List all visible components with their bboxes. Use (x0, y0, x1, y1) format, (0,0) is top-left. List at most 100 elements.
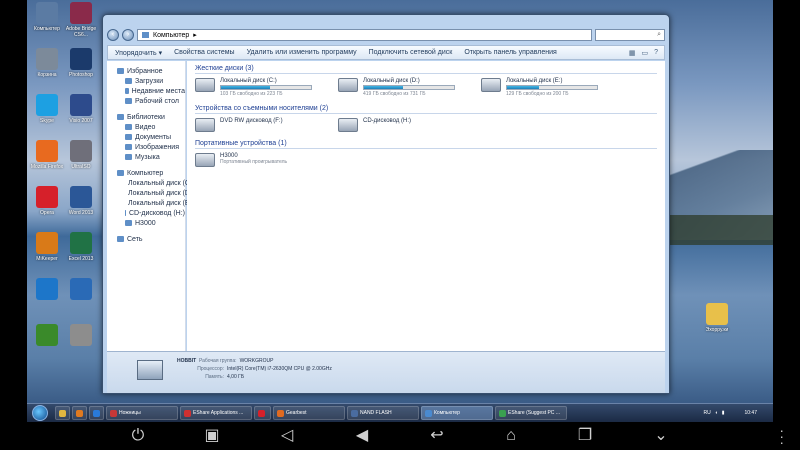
desktop-shortcut[interactable]: Adobe Bridge CS6... (63, 2, 99, 38)
nav-item[interactable]: Компьютер (107, 168, 185, 178)
task-button[interactable] (254, 406, 271, 420)
nav-item[interactable]: Избранное (107, 66, 185, 76)
desktop-shortcut-label: Mozilla Firefox (30, 164, 64, 170)
desktop-shortcut[interactable]: Opera (29, 186, 65, 216)
cpu-value: Intel(R) Core(TM) i7-2630QM CPU @ 2.00GH… (227, 366, 332, 372)
nav-item-label: Музыка (135, 153, 160, 161)
desktop-shortcut[interactable]: Компьютер (29, 2, 65, 32)
task-button[interactable]: EShare (Suggest PC ... (495, 406, 567, 420)
nav-item[interactable]: Локальный диск (C:) (107, 178, 194, 188)
drive-icon (338, 118, 358, 132)
pinned-apps (55, 406, 104, 420)
drive-icon (125, 98, 132, 104)
task-button[interactable]: EShare Applications ... (180, 406, 252, 420)
teamviewer-icon (70, 278, 92, 300)
volume-icon[interactable]: ◖ (715, 410, 718, 416)
nav-item[interactable]: Загрузки (107, 76, 185, 86)
nav-item[interactable]: Локальный диск (D:) (107, 188, 194, 198)
pinned-app[interactable] (72, 406, 87, 420)
desktop-shortcut[interactable]: Корзина (29, 48, 65, 78)
preview-pane-icon[interactable]: ▭ (641, 49, 648, 57)
nav-item[interactable]: Музыка (107, 152, 185, 162)
group-header[interactable]: Устройства со съемными носителями (2) (195, 105, 657, 114)
desktop-shortcut[interactable] (63, 278, 99, 302)
desktop-shortcut[interactable]: Word 2013 (63, 186, 99, 216)
nav-item[interactable]: CD-дисковод (H:) (107, 208, 185, 218)
desktop-shortcut-label: Компьютер (34, 26, 60, 32)
drive-icon (195, 78, 215, 92)
drive-icon (481, 78, 501, 92)
power-icon[interactable]: ⏻ (127, 427, 149, 445)
collapse-icon[interactable]: ⌄ (650, 427, 672, 445)
desktop-shortcut[interactable]: Mozilla Firefox (29, 140, 65, 170)
nav-item[interactable]: Изображения (107, 142, 185, 152)
help-icon[interactable]: ? (654, 49, 658, 57)
nav-item[interactable]: Недавние места (107, 86, 185, 96)
nav-item[interactable]: H3000 (107, 218, 185, 228)
view-options-icon[interactable]: ▦ (629, 49, 636, 57)
overflow-menu-icon[interactable]: · · · (779, 423, 784, 449)
drive-icon (125, 134, 132, 140)
pinned-app[interactable] (89, 406, 104, 420)
home-icon[interactable]: ⌂ (500, 427, 522, 445)
back-icon[interactable]: ↩ (426, 427, 448, 445)
drive-item[interactable]: H3000 Портативный проигрыватель (195, 153, 310, 167)
drive-item[interactable]: Локальный диск (E:) 129 ГБ свободно из 20… (481, 78, 598, 97)
command-button[interactable]: Свойства системы (174, 49, 234, 56)
drive-icon (125, 220, 132, 226)
nav-item[interactable]: Рабочий стол (107, 96, 185, 106)
volume-up-icon[interactable]: ◀ (351, 427, 373, 445)
command-button[interactable]: Удалить или изменить программу (247, 49, 357, 56)
nav-item[interactable]: Документы (107, 132, 185, 142)
nav-item[interactable]: Локальный диск (E:) (107, 198, 194, 208)
screenshot-icon[interactable]: ▣ (201, 427, 223, 445)
nav-item[interactable]: Видео (107, 122, 185, 132)
ultraiso-icon (70, 140, 92, 162)
network-icon[interactable]: ▮ (722, 410, 725, 416)
explorer-icon (425, 409, 432, 417)
command-bar: Упорядочить ▾ Свойства системы Удалить или… (107, 45, 665, 60)
task-button[interactable]: Gearbest (273, 406, 345, 420)
free-space: 129 ГБ свободно из 200 ГБ (506, 91, 569, 97)
drive-item[interactable]: Локальный диск (D:) 419 ГБ свободно из 73… (338, 78, 455, 97)
group-header[interactable]: Портативные устройства (1) (195, 140, 657, 149)
task-button[interactable]: Компьютер (421, 406, 493, 420)
desktop-shortcut[interactable]: Photoshop (63, 48, 99, 78)
start-button[interactable] (32, 405, 48, 421)
desktop-shortcut[interactable] (29, 278, 65, 302)
clock[interactable]: 10:47 (744, 410, 757, 416)
desktop-shortcut[interactable]: Excel 2013 (63, 232, 99, 262)
desktop-shortcut[interactable] (63, 324, 99, 348)
group-header[interactable]: Жесткие диски (3) (195, 65, 657, 74)
recent-apps-icon[interactable]: ❐ (574, 427, 596, 445)
nav-item[interactable]: Библиотеки (107, 112, 185, 122)
desktop-folder[interactable]: Эхорру.ки (699, 303, 735, 333)
desktop-shortcut[interactable]: Visio 2007 (63, 94, 99, 124)
desktop-shortcut[interactable]: Skype (29, 94, 65, 124)
task-button[interactable]: Ножницы (106, 406, 178, 420)
desktop-shortcut-label: Opera (40, 210, 54, 216)
drive-item[interactable]: CD-дисковод (H:) (338, 118, 453, 132)
command-button[interactable]: Подключить сетевой диск (369, 49, 453, 56)
desktop-shortcut[interactable]: MiKeeper (29, 232, 65, 262)
breadcrumb-computer[interactable]: Компьютер (153, 32, 189, 39)
drive-icon (195, 118, 215, 132)
volume-down-icon[interactable]: ◁ (276, 427, 298, 445)
nav-item-label: Локальный диск (D:) (128, 189, 195, 197)
language-indicator[interactable]: RU (703, 410, 710, 416)
drive-item[interactable]: Локальный диск (C:) 103 ГБ свободно из 22… (195, 78, 312, 97)
forward-button[interactable]: › (122, 29, 134, 41)
command-button[interactable]: Открыть панель управления (464, 49, 557, 56)
desktop-shortcut[interactable] (29, 324, 65, 348)
desktop-shortcut[interactable]: UltraISO (63, 140, 99, 170)
explorer-window[interactable]: ‹ › Компьютер ▸ ⌕ Упорядочить ▾ Свойства … (102, 14, 670, 394)
command-button[interactable]: Упорядочить ▾ (115, 49, 162, 57)
address-bar[interactable]: Компьютер ▸ (137, 29, 592, 41)
drive-item[interactable]: DVD RW дисковод (F:) (195, 118, 310, 132)
nav-item[interactable]: Сеть (107, 234, 185, 244)
usage-bar (363, 85, 455, 90)
search-input[interactable]: ⌕ (595, 29, 665, 41)
task-button[interactable]: NAND FLASH (347, 406, 419, 420)
back-button[interactable]: ‹ (107, 29, 119, 41)
pinned-app[interactable] (55, 406, 70, 420)
